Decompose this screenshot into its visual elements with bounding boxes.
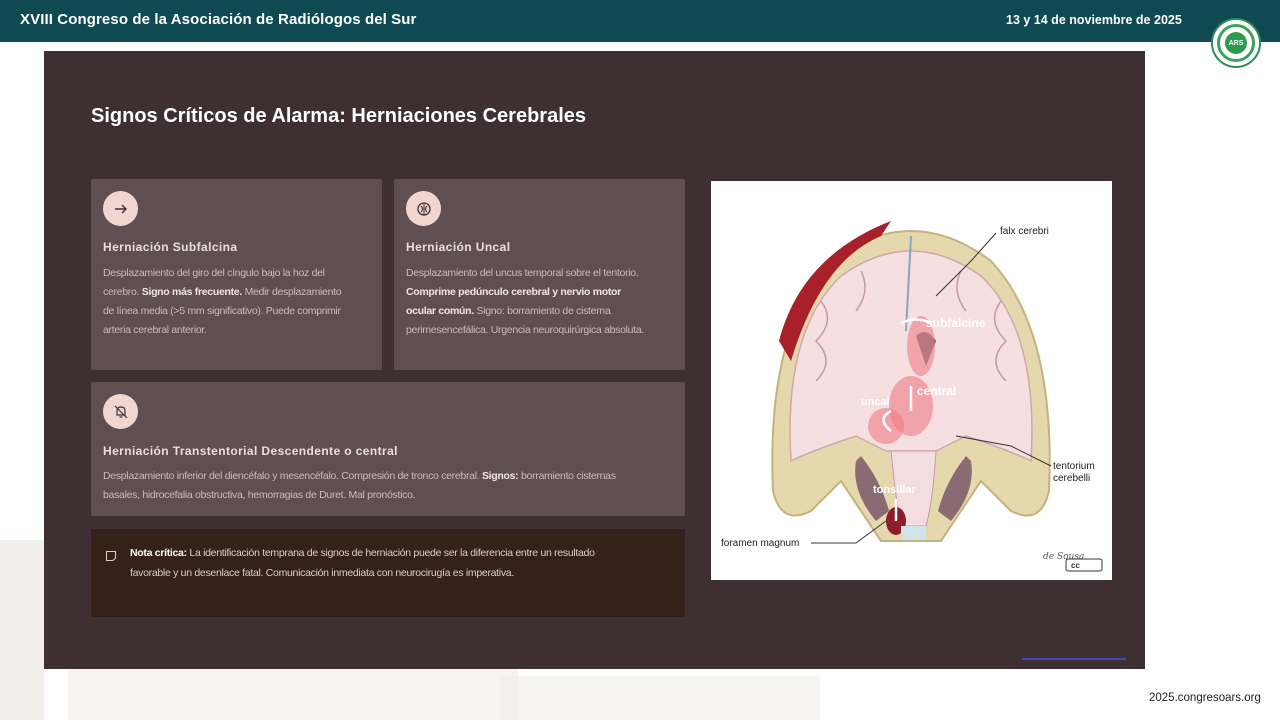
card-title: Herniación Uncal xyxy=(406,240,511,254)
critical-note: Nota crítica: La identificación temprana… xyxy=(91,529,685,617)
background-decoration xyxy=(68,669,518,720)
accent-line xyxy=(1022,658,1126,660)
header-bar: XVIII Congreso de la Asociación de Radió… xyxy=(0,0,1280,42)
note-icon xyxy=(105,549,117,567)
label-falx: falx cerebri xyxy=(1000,226,1049,237)
arrow-right-icon xyxy=(103,191,138,226)
cc-license-text: cc xyxy=(1071,561,1080,570)
label-tonsillar: tonsillar xyxy=(873,484,917,496)
brain-icon xyxy=(406,191,441,226)
label-tentorium: tentorium xyxy=(1053,461,1095,472)
slide: Signos Críticos de Alarma: Herniaciones … xyxy=(44,51,1145,669)
background-decoration xyxy=(500,676,820,720)
ars-logo: ARS xyxy=(1211,18,1261,68)
bell-off-icon xyxy=(103,394,138,429)
card-text: Desplazamiento del uncus temporal sobre … xyxy=(406,267,644,336)
note-text: Nota crítica: La identificación temprana… xyxy=(130,547,595,579)
logo-text: ARS xyxy=(1225,32,1247,54)
label-cerebelli: cerebelli xyxy=(1053,473,1090,484)
card-transtentorial: Herniación Transtentorial Descendente o … xyxy=(91,382,685,516)
card-title: Herniación Subfalcina xyxy=(103,240,238,254)
label-central: central xyxy=(917,384,956,398)
card-subfalcine: Herniación Subfalcina Desplazamiento del… xyxy=(91,179,382,370)
card-title: Herniación Transtentorial Descendente o … xyxy=(103,444,398,458)
label-foramen: foramen magnum xyxy=(721,538,799,549)
brain-herniation-diagram: falx cerebri subfalcine central uncal te… xyxy=(711,181,1112,580)
card-text: Desplazamiento inferior del diencéfalo y… xyxy=(103,470,616,501)
slide-title: Signos Críticos de Alarma: Herniaciones … xyxy=(91,105,586,127)
congress-title: XVIII Congreso de la Asociación de Radió… xyxy=(20,11,417,28)
footer-url[interactable]: 2025.congresoars.org xyxy=(1149,692,1261,704)
card-text: Desplazamiento del giro del cíngulo bajo… xyxy=(103,267,342,336)
label-subfalcine: subfalcine xyxy=(926,316,986,330)
background-decoration xyxy=(0,540,44,720)
congress-date: 13 y 14 de noviembre de 2025 xyxy=(1006,13,1182,27)
label-uncal: uncal xyxy=(861,396,890,408)
card-uncal: Herniación Uncal Desplazamiento del uncu… xyxy=(394,179,685,370)
